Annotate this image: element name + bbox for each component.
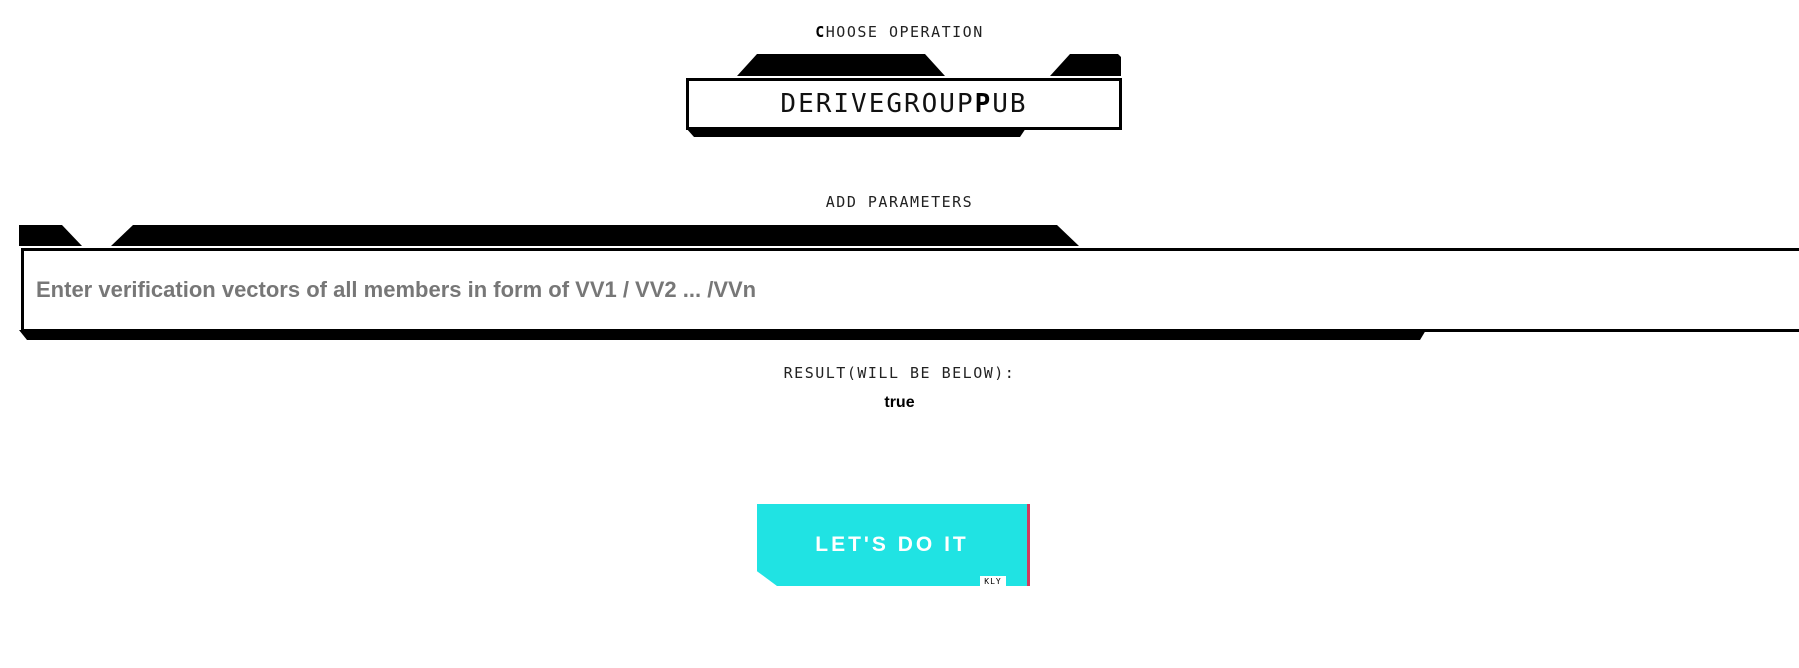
operation-frame-top-tab-right [1050, 54, 1121, 76]
parameters-input[interactable] [21, 248, 1799, 332]
choose-operation-label: CHOOSE OPERATION [815, 23, 984, 41]
button-corner-tag: KLY [980, 576, 1006, 588]
param-frame-top-tab-main [111, 225, 1079, 246]
operation-select[interactable]: DERIVEGROUPPUB [686, 78, 1122, 130]
add-parameters-label: ADD PARAMETERS [825, 193, 974, 211]
operation-selected-value: DERIVEGROUPPUB [780, 89, 1028, 119]
lets-do-it-button[interactable]: LET'S DO IT [757, 504, 1030, 586]
param-frame-top-tab-left [19, 225, 82, 246]
result-label: RESULT(WILL BE BELOW): [783, 364, 1016, 382]
operation-frame-top-tab [737, 54, 945, 76]
result-value: true [884, 394, 915, 411]
